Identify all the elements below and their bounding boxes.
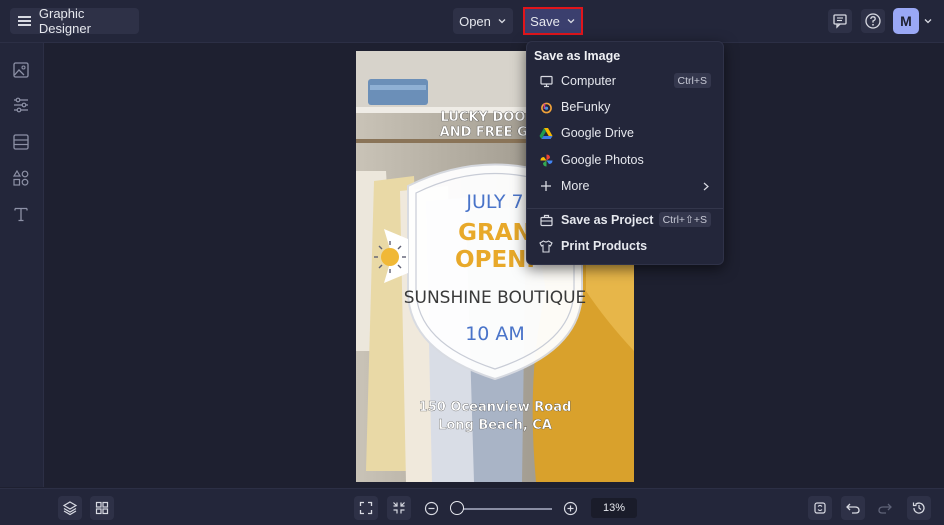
hamburger-icon <box>18 16 31 26</box>
save-as-image-heading: Save as Image <box>534 49 621 63</box>
menu-item-befunky[interactable]: BeFunky <box>527 95 723 119</box>
text-icon[interactable] <box>12 205 30 223</box>
redo-icon[interactable] <box>877 500 893 516</box>
zoom-out-icon[interactable] <box>424 501 439 516</box>
sliders-icon[interactable] <box>12 96 30 114</box>
zoom-level-field[interactable]: 13% <box>591 498 637 518</box>
chevron-down-icon[interactable] <box>923 16 933 26</box>
layers-button[interactable] <box>58 496 82 520</box>
grid-icon <box>95 501 109 515</box>
menu-item-google-drive[interactable]: Google Drive <box>527 121 723 145</box>
menu-item-save-as-project[interactable]: Save as Project Ctrl+⇧+S <box>527 208 723 232</box>
poster-address1: 150 Oceanview Road <box>419 400 572 415</box>
help-icon <box>865 13 881 29</box>
project-icon <box>539 213 553 227</box>
menu-item-label: More <box>561 179 590 193</box>
layout-icon[interactable] <box>12 133 30 151</box>
undo-icon <box>846 503 860 514</box>
poster-address2: Long Beach, CA <box>438 418 552 433</box>
app-menu-button[interactable]: Graphic Designer <box>10 6 139 36</box>
poster-store-name: SUNSHINE BOUTIQUE <box>404 288 587 308</box>
befunky-icon <box>539 100 553 114</box>
left-tool-rail <box>0 43 44 487</box>
image-icon[interactable] <box>12 61 30 79</box>
history-icon <box>912 502 925 514</box>
poster-headline1: GRAN <box>458 220 532 246</box>
app-root: Graphic Designer Open Save M LUCKY DOOR … <box>0 0 944 525</box>
plus-icon <box>539 179 553 193</box>
save-button[interactable]: Save <box>523 7 583 35</box>
history-button[interactable] <box>907 496 931 520</box>
app-title: Graphic Designer <box>38 6 91 36</box>
chevron-down-icon <box>567 19 575 24</box>
replace-button[interactable] <box>808 496 832 520</box>
tshirt-icon <box>539 239 553 253</box>
menu-item-label: Google Drive <box>561 126 634 140</box>
refresh-icon <box>814 502 826 514</box>
menu-item-label: Print Products <box>561 239 648 253</box>
comments-button[interactable] <box>828 9 852 33</box>
undo-button[interactable] <box>841 496 865 520</box>
grid-button[interactable] <box>90 496 114 520</box>
google-photos-icon <box>539 153 553 167</box>
menu-item-google-photos[interactable]: Google Photos <box>527 148 723 172</box>
google-drive-icon <box>539 126 553 140</box>
shrink-button[interactable] <box>387 496 411 520</box>
top-bar: Graphic Designer Open Save M <box>0 0 944 43</box>
zoom-slider-track[interactable] <box>452 508 552 510</box>
zoom-slider-handle[interactable] <box>450 501 464 515</box>
menu-item-label: BeFunky <box>561 100 611 114</box>
shortcut-badge: Ctrl+⇧+S <box>658 212 711 227</box>
comment-icon <box>833 14 847 29</box>
shrink-icon <box>393 502 405 514</box>
open-button[interactable]: Open <box>453 8 513 34</box>
zoom-in-icon[interactable] <box>563 501 578 516</box>
menu-item-label: Computer <box>561 74 616 88</box>
save-dropdown-menu: Save as Image Computer Ctrl+S BeFunky Go… <box>526 41 724 265</box>
chevron-right-icon <box>703 182 709 191</box>
poster-time: 10 AM <box>465 323 525 345</box>
avatar[interactable]: M <box>893 8 919 34</box>
layers-icon <box>62 501 78 516</box>
menu-item-print-products[interactable]: Print Products <box>527 234 723 258</box>
save-button-label: Save <box>530 13 560 29</box>
menu-item-computer[interactable]: Computer Ctrl+S <box>527 69 723 93</box>
chevron-down-icon <box>498 19 506 24</box>
poster-headline2: OPENI <box>455 247 535 273</box>
monitor-icon <box>539 74 553 88</box>
fit-screen-button[interactable] <box>354 496 378 520</box>
shapes-icon[interactable] <box>12 169 30 187</box>
bottom-bar: 13% <box>0 488 944 525</box>
expand-icon <box>359 501 373 515</box>
menu-item-label: Save as Project <box>561 213 654 227</box>
shortcut-badge: Ctrl+S <box>673 73 711 88</box>
menu-item-more[interactable]: More <box>527 174 723 198</box>
help-button[interactable] <box>861 9 885 33</box>
menu-item-label: Google Photos <box>561 153 644 167</box>
poster-date: JULY 7 <box>465 191 523 213</box>
open-button-label: Open <box>459 13 491 29</box>
